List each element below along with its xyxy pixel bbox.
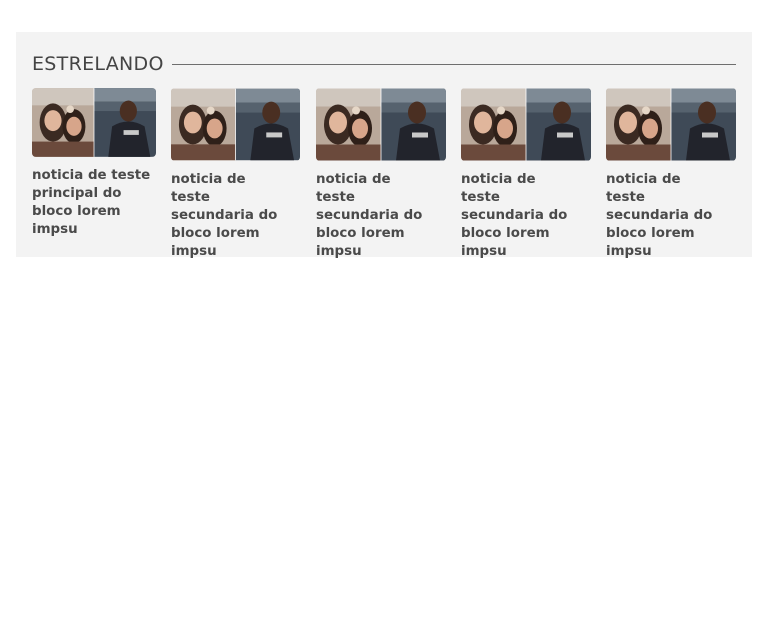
secondary-story-thumbnail[interactable] (461, 88, 591, 161)
secondary-story-title[interactable]: noticia de teste secundaria do bloco lor… (171, 171, 289, 261)
main-story-thumbnail[interactable] (32, 88, 156, 157)
section-heading: ESTRELANDO (32, 53, 164, 75)
secondary-story-title[interactable]: noticia de teste secundaria do bloco lor… (461, 171, 579, 261)
secondary-story-thumbnail[interactable] (606, 88, 736, 161)
main-story-title[interactable]: noticia de teste principal do bloco lore… (32, 167, 156, 239)
secondary-story-card[interactable]: noticia de teste secundaria do bloco lor… (316, 88, 446, 261)
secondary-story-title[interactable]: noticia de teste secundaria do bloco lor… (606, 171, 724, 261)
secondary-story-card[interactable]: noticia de teste secundaria do bloco lor… (606, 88, 736, 261)
secondary-story-thumbnail[interactable] (171, 88, 300, 161)
heading-divider (171, 63, 736, 65)
main-story-card[interactable]: noticia de teste principal do bloco lore… (32, 88, 156, 239)
section-header: ESTRELANDO (32, 52, 736, 76)
secondary-story-card[interactable]: noticia de teste secundaria do bloco lor… (461, 88, 591, 261)
secondary-story-thumbnail[interactable] (316, 88, 446, 161)
secondary-story-card[interactable]: noticia de teste secundaria do bloco lor… (171, 88, 300, 261)
estrelando-news-block: ESTRELANDO noticia de teste principal do… (16, 32, 752, 259)
secondary-story-title[interactable]: noticia de teste secundaria do bloco lor… (316, 171, 434, 261)
